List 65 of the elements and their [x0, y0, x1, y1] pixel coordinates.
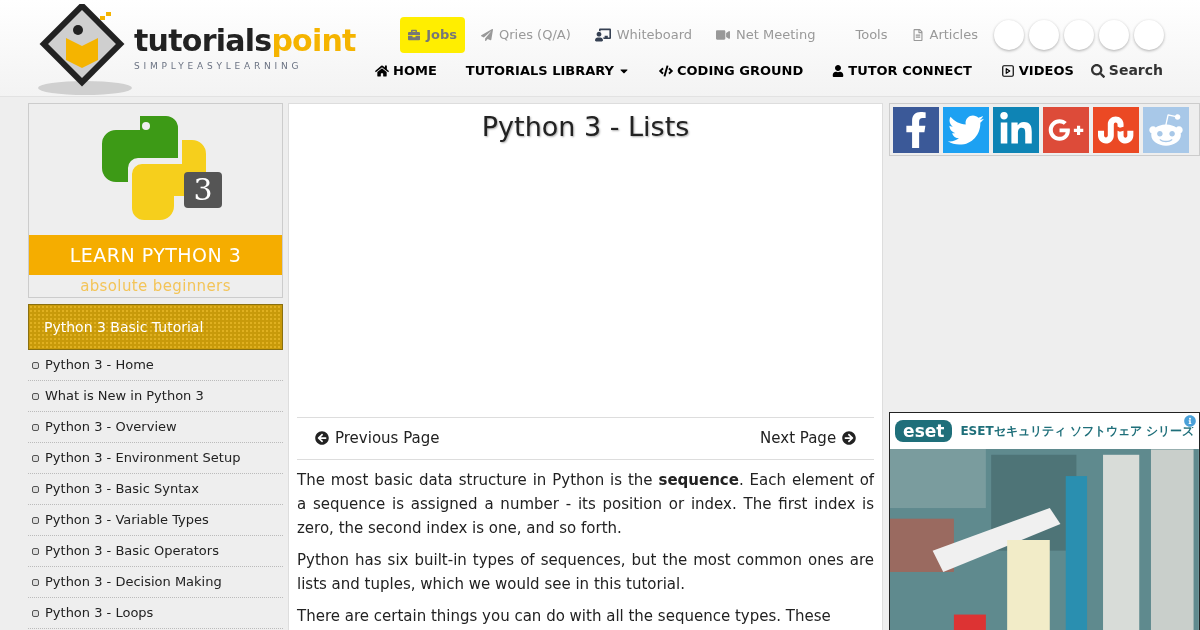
nav-link[interactable]: TUTORIALS LIBRARY — [465, 60, 630, 81]
round-button[interactable] — [1099, 20, 1129, 50]
sidebar-link[interactable]: Python 3 - Basic Syntax — [28, 474, 283, 505]
right-arrow-icon — [842, 431, 857, 445]
round-button[interactable] — [1134, 20, 1164, 50]
bullet-icon — [32, 454, 39, 462]
ad-brand-logo: eset — [895, 420, 953, 442]
paragraph: There are certain things you can do with all the sequence types. These — [297, 605, 832, 627]
version-badge: 3 — [184, 172, 222, 208]
video-camera-icon — [716, 28, 731, 42]
share-button[interactable] — [1043, 107, 1090, 153]
bullet-icon — [32, 392, 39, 400]
search-icon — [1090, 63, 1105, 78]
bullet-icon — [32, 578, 39, 586]
share-button[interactable] — [943, 107, 990, 153]
sidebar-link[interactable]: Python 3 - Variable Types — [28, 505, 283, 536]
sidebar-heading: Python 3 Basic Tutorial — [28, 304, 283, 350]
logo-tagline: SIMPLYEASYLEARNING — [134, 60, 304, 74]
banner-title: LEARN PYTHON 3 — [29, 235, 282, 275]
banner-subtitle: absolute beginners — [79, 276, 232, 297]
bullet-icon — [32, 547, 39, 555]
code-icon — [659, 63, 673, 78]
sidebar-link[interactable]: Python 3 - Decision Making — [28, 567, 283, 598]
paragraph: Python has six built-in types of sequences, but the most common ones are lists and tuples, which we would see in this tutorial. — [297, 549, 875, 595]
nav-link[interactable]: VIDEOS — [1000, 60, 1074, 81]
share-button[interactable] — [993, 107, 1040, 153]
sidebar-link[interactable]: What is New in Python 3 — [28, 381, 283, 412]
bullet-icon — [32, 516, 39, 524]
reddit-alien-icon — [1148, 112, 1185, 148]
round-button[interactable] — [994, 20, 1024, 50]
bullet-icon — [32, 423, 39, 431]
teacher-board-icon — [594, 27, 611, 43]
logo-icon — [36, 4, 134, 96]
sidebar-link[interactable]: Python 3 - Overview — [28, 412, 283, 443]
nav-link[interactable]: CODING GROUND — [659, 60, 804, 81]
nav-link[interactable]: TUTOR CONNECT — [832, 60, 972, 81]
share-button[interactable] — [1093, 107, 1140, 153]
bullet-icon — [32, 485, 39, 493]
twitter-icon — [948, 112, 985, 148]
sidebar-link[interactable]: Python 3 - Environment Setup — [28, 443, 283, 474]
sidebar-link[interactable]: Python 3 - Loops — [28, 598, 283, 629]
logo-wordmark: point — [271, 26, 356, 57]
play-icon — [1000, 63, 1015, 78]
paper-plane-icon — [481, 29, 493, 41]
bullet-icon — [32, 609, 39, 617]
bullet-icon — [32, 361, 39, 369]
sidebar-link[interactable]: Python 3 - Basic Operators — [28, 536, 283, 567]
info-icon[interactable] — [1184, 415, 1196, 427]
next-page-link[interactable]: Next Page — [760, 426, 857, 450]
left-arrow-icon — [315, 431, 329, 445]
page-title: Python 3 - Lists — [480, 110, 691, 144]
logo-wordmark: tutorials — [134, 26, 272, 57]
previous-page-link[interactable]: Previous Page — [315, 426, 440, 450]
briefcase-icon — [408, 29, 421, 41]
top-link[interactable]: Jobs — [400, 17, 465, 53]
document-icon — [911, 29, 924, 41]
round-button[interactable] — [1029, 20, 1059, 50]
round-button[interactable] — [1064, 20, 1094, 50]
nav-link[interactable]: HOME — [375, 60, 437, 81]
share-button[interactable] — [893, 107, 940, 153]
paragraph: The most basic data structure in Python is the sequence. Each element of a sequence is assigned a number - its position or index. The first index is zero, the second index is one, and so forth. — [297, 469, 875, 539]
nav-link[interactable]: Search — [1090, 60, 1163, 81]
home-icon — [375, 63, 389, 78]
sidebar-link[interactable]: Python 3 - Home — [28, 350, 283, 381]
person-icon — [832, 64, 845, 77]
